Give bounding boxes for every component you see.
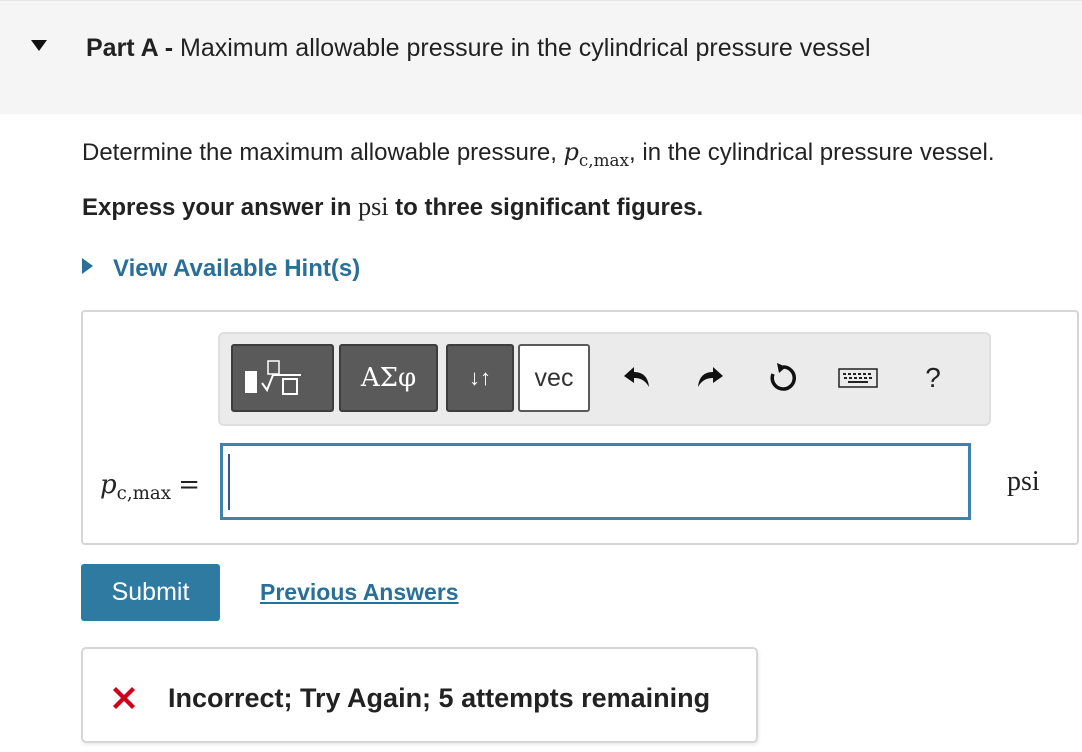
text-cursor bbox=[228, 454, 230, 510]
instruction-before: Express your answer in bbox=[82, 194, 352, 221]
keyboard-icon bbox=[838, 368, 878, 388]
answer-unit-label: psi bbox=[1007, 466, 1040, 497]
undo-icon bbox=[624, 367, 649, 387]
reset-icon bbox=[770, 363, 796, 391]
question-suffix: , in the cylindrical pressure vessel. bbox=[629, 139, 995, 166]
answer-variable-subscript: c,max bbox=[116, 483, 171, 505]
question-prefix: Determine the maximum allowable pressure… bbox=[82, 139, 557, 166]
arrows-label: ↓↑ bbox=[469, 365, 491, 390]
question-variable-symbol: p bbox=[563, 138, 579, 166]
redo-button[interactable] bbox=[690, 358, 730, 398]
feedback-message: Incorrect; Try Again; 5 attempts remaini… bbox=[168, 683, 711, 713]
equals-sign: = bbox=[178, 470, 201, 500]
submit-button[interactable]: Submit bbox=[81, 564, 220, 621]
question-variable: pc,max bbox=[563, 138, 630, 170]
redo-icon bbox=[698, 367, 723, 387]
greek-symbols-button[interactable]: ΑΣφ bbox=[339, 344, 438, 412]
subscript-superscript-button[interactable]: ↓↑ bbox=[446, 344, 514, 412]
keyboard-button[interactable] bbox=[836, 358, 880, 398]
incorrect-x-icon bbox=[113, 687, 135, 709]
collapse-toggle-icon[interactable] bbox=[31, 40, 47, 51]
question-text: Determine the maximum allowable pressure… bbox=[82, 136, 995, 176]
part-label: Part A - bbox=[86, 34, 174, 62]
templates-button[interactable] bbox=[231, 344, 334, 412]
answer-variable-label: pc,max = bbox=[100, 468, 200, 510]
answer-variable-symbol: p bbox=[100, 470, 117, 500]
view-hints-link[interactable]: View Available Hint(s) bbox=[82, 253, 360, 285]
help-icon: ? bbox=[925, 362, 941, 393]
question-variable-subscript: c,max bbox=[578, 149, 630, 170]
part-title-text: Maximum allowable pressure in the cylind… bbox=[180, 34, 871, 62]
answer-input[interactable] bbox=[220, 443, 971, 520]
instruction-text: Express your answer in psi to three sign… bbox=[82, 191, 703, 224]
reset-button[interactable] bbox=[763, 358, 803, 398]
part-title: Part A - Maximum allowable pressure in t… bbox=[86, 31, 871, 65]
greek-symbols-label: ΑΣφ bbox=[360, 363, 417, 393]
templates-icon bbox=[244, 360, 301, 395]
answer-variable: pc,max bbox=[100, 470, 171, 504]
instruction-unit: psi bbox=[358, 192, 389, 221]
help-button[interactable]: ? bbox=[913, 358, 953, 398]
instruction-after: to three significant figures. bbox=[395, 194, 704, 221]
view-hints-label: View Available Hint(s) bbox=[113, 255, 361, 282]
vector-button[interactable]: vec bbox=[518, 344, 590, 412]
expand-triangle-icon bbox=[82, 258, 93, 274]
undo-button[interactable] bbox=[617, 358, 657, 398]
vector-label: vec bbox=[534, 363, 574, 392]
previous-answers-link[interactable]: Previous Answers bbox=[260, 576, 459, 608]
